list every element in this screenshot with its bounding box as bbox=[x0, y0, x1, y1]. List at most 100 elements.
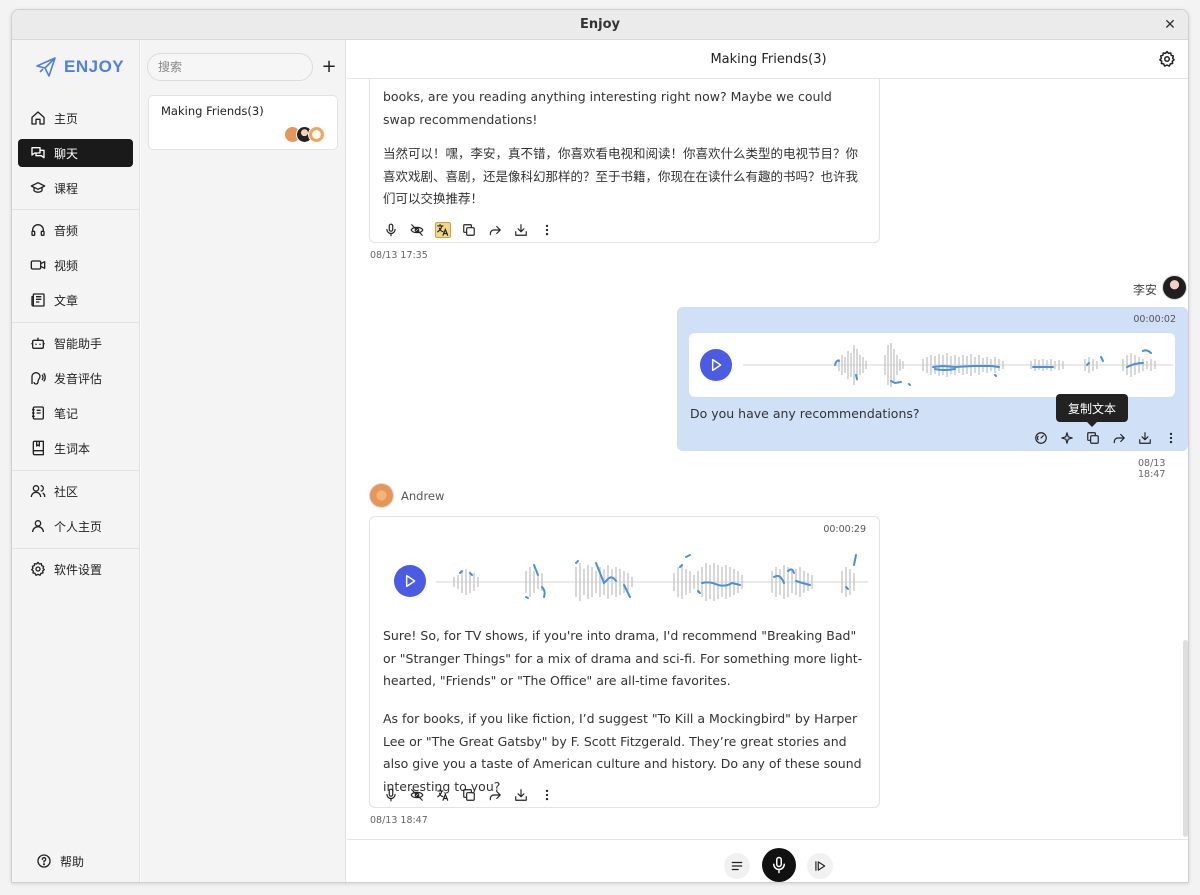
download-icon[interactable] bbox=[513, 787, 529, 803]
audio-duration: 00:00:29 bbox=[823, 524, 866, 535]
message-text: Do you have any recommendations? bbox=[690, 406, 920, 421]
download-icon[interactable] bbox=[513, 222, 529, 238]
message-text: Sure! So, for TV shows, if you're into d… bbox=[383, 628, 863, 688]
download-icon[interactable] bbox=[1137, 430, 1153, 446]
share-icon[interactable] bbox=[487, 222, 503, 238]
sidebar-item-audio[interactable]: 音频 bbox=[18, 216, 133, 244]
sidebar-item-label: 视频 bbox=[54, 258, 79, 273]
conversation-item[interactable]: Making Friends(3) bbox=[148, 95, 338, 150]
more-icon[interactable] bbox=[539, 787, 555, 803]
play-icon bbox=[711, 358, 722, 372]
sidebar-item-label: 软件设置 bbox=[54, 562, 103, 577]
gear-icon[interactable] bbox=[1158, 50, 1176, 68]
message-toolbar bbox=[1033, 430, 1179, 446]
notebook-icon bbox=[32, 406, 44, 420]
sidebar-divider bbox=[12, 209, 140, 210]
more-icon[interactable] bbox=[539, 222, 555, 238]
sparkles-icon[interactable] bbox=[1059, 430, 1075, 446]
message-bubble: 00:00:02 Do you have any recommendations… bbox=[677, 307, 1188, 451]
sidebar-item-video[interactable]: 视频 bbox=[18, 251, 133, 279]
app-logo[interactable]: ENJOY bbox=[34, 54, 124, 80]
book-icon bbox=[32, 440, 44, 456]
logo-text: ENJOY bbox=[64, 57, 125, 76]
record-button[interactable] bbox=[762, 848, 796, 882]
message-text: books, are you reading anything interest… bbox=[383, 89, 832, 127]
window-title: Enjoy bbox=[580, 17, 620, 32]
help-label: 帮助 bbox=[60, 854, 85, 869]
sidebar-divider bbox=[12, 470, 140, 471]
sidebar-item-profile[interactable]: 个人主页 bbox=[18, 512, 133, 540]
sidebar-item-notes[interactable]: 笔记 bbox=[18, 399, 133, 427]
help-icon bbox=[37, 854, 51, 868]
more-icon[interactable] bbox=[1163, 430, 1179, 446]
translate-icon[interactable] bbox=[435, 222, 451, 238]
conversation-name: Making Friends(3) bbox=[161, 104, 264, 118]
gear-icon bbox=[31, 561, 45, 576]
mic-icon[interactable] bbox=[383, 787, 399, 803]
sidebar-item-label: 生词本 bbox=[54, 441, 91, 456]
message-toolbar bbox=[383, 222, 555, 238]
help-button[interactable]: 帮助 bbox=[26, 847, 141, 875]
sidebar-item-label: 聊天 bbox=[54, 146, 79, 161]
user-icon bbox=[32, 520, 44, 533]
copy-icon[interactable] bbox=[461, 787, 477, 803]
sidebar-item-articles[interactable]: 文章 bbox=[18, 286, 133, 314]
message-timestamp: 08/13 18:47 bbox=[370, 815, 428, 826]
sidebar-item-vocabulary[interactable]: 生词本 bbox=[18, 434, 133, 462]
play-button[interactable] bbox=[394, 565, 426, 597]
chat-panel: Making Friends(3) books, are you reading… bbox=[347, 40, 1188, 882]
copy-icon[interactable] bbox=[1085, 430, 1101, 446]
new-conversation-button[interactable]: + bbox=[319, 55, 339, 77]
sender-name: Andrew bbox=[401, 489, 445, 503]
sidebar-item-community[interactable]: 社区 bbox=[18, 477, 133, 505]
sidebar-item-chat[interactable]: 聊天 bbox=[18, 139, 133, 167]
audio-player bbox=[689, 333, 1175, 397]
share-icon[interactable] bbox=[1111, 430, 1127, 446]
text-lines-icon bbox=[731, 861, 743, 871]
sidebar-item-courses[interactable]: 课程 bbox=[18, 174, 133, 202]
avatar[interactable] bbox=[369, 483, 394, 508]
play-next-icon bbox=[815, 861, 826, 871]
assessment-icon[interactable] bbox=[1033, 430, 1049, 446]
search-input[interactable] bbox=[147, 53, 313, 81]
chat-header: Making Friends(3) bbox=[347, 40, 1188, 79]
sidebar-item-home[interactable]: 主页 bbox=[18, 104, 133, 132]
sidebar-item-label: 智能助手 bbox=[54, 336, 103, 351]
message-toolbar bbox=[383, 787, 555, 803]
chat-icon bbox=[31, 147, 45, 159]
copy-icon[interactable] bbox=[461, 222, 477, 238]
message-text: As for books, if you like fiction, I’d s… bbox=[383, 711, 862, 794]
composer-bar bbox=[347, 839, 1188, 882]
newspaper-icon bbox=[31, 293, 45, 307]
paper-plane-icon bbox=[36, 57, 56, 77]
close-window-button[interactable]: ✕ bbox=[1160, 15, 1180, 35]
translate-icon[interactable] bbox=[435, 787, 451, 803]
conversation-list: + Making Friends(3) bbox=[141, 40, 346, 882]
play-button[interactable] bbox=[700, 349, 732, 381]
waveform[interactable] bbox=[743, 339, 1173, 391]
scrollbar[interactable] bbox=[1183, 640, 1188, 837]
waveform[interactable] bbox=[436, 553, 868, 611]
eye-off-icon[interactable] bbox=[409, 787, 425, 803]
sidebar-item-label: 主页 bbox=[54, 111, 79, 126]
skip-button[interactable] bbox=[807, 853, 833, 879]
transcript-button[interactable] bbox=[724, 853, 750, 879]
sidebar-item-settings[interactable]: 软件设置 bbox=[18, 555, 133, 583]
sidebar-divider bbox=[12, 548, 140, 549]
mic-icon[interactable] bbox=[383, 222, 399, 238]
avatar[interactable] bbox=[1162, 275, 1187, 300]
sidebar-item-label: 笔记 bbox=[54, 406, 79, 421]
sidebar-item-label: 课程 bbox=[54, 181, 79, 196]
eye-off-icon[interactable] bbox=[409, 222, 425, 238]
play-icon bbox=[405, 574, 416, 588]
message-translation: 当然可以！嘿，李安，真不错，你喜欢看电视和阅读！你喜欢什么类型的电视节目？你喜欢… bbox=[383, 146, 859, 206]
sidebar-item-pronunciation[interactable]: 发音评估 bbox=[18, 364, 133, 392]
sidebar-divider bbox=[12, 322, 140, 323]
sidebar-item-assistant[interactable]: 智能助手 bbox=[18, 329, 133, 357]
message-timestamp: 08/13 17:35 bbox=[370, 250, 428, 261]
share-icon[interactable] bbox=[487, 787, 503, 803]
video-icon bbox=[30, 260, 46, 270]
home-icon bbox=[31, 111, 45, 125]
app-window: Enjoy ✕ ENJOY 主页 聊天 课程 音频 视频 文章 智能助手 发音评… bbox=[11, 9, 1189, 883]
sidebar-item-label: 音频 bbox=[54, 223, 79, 238]
